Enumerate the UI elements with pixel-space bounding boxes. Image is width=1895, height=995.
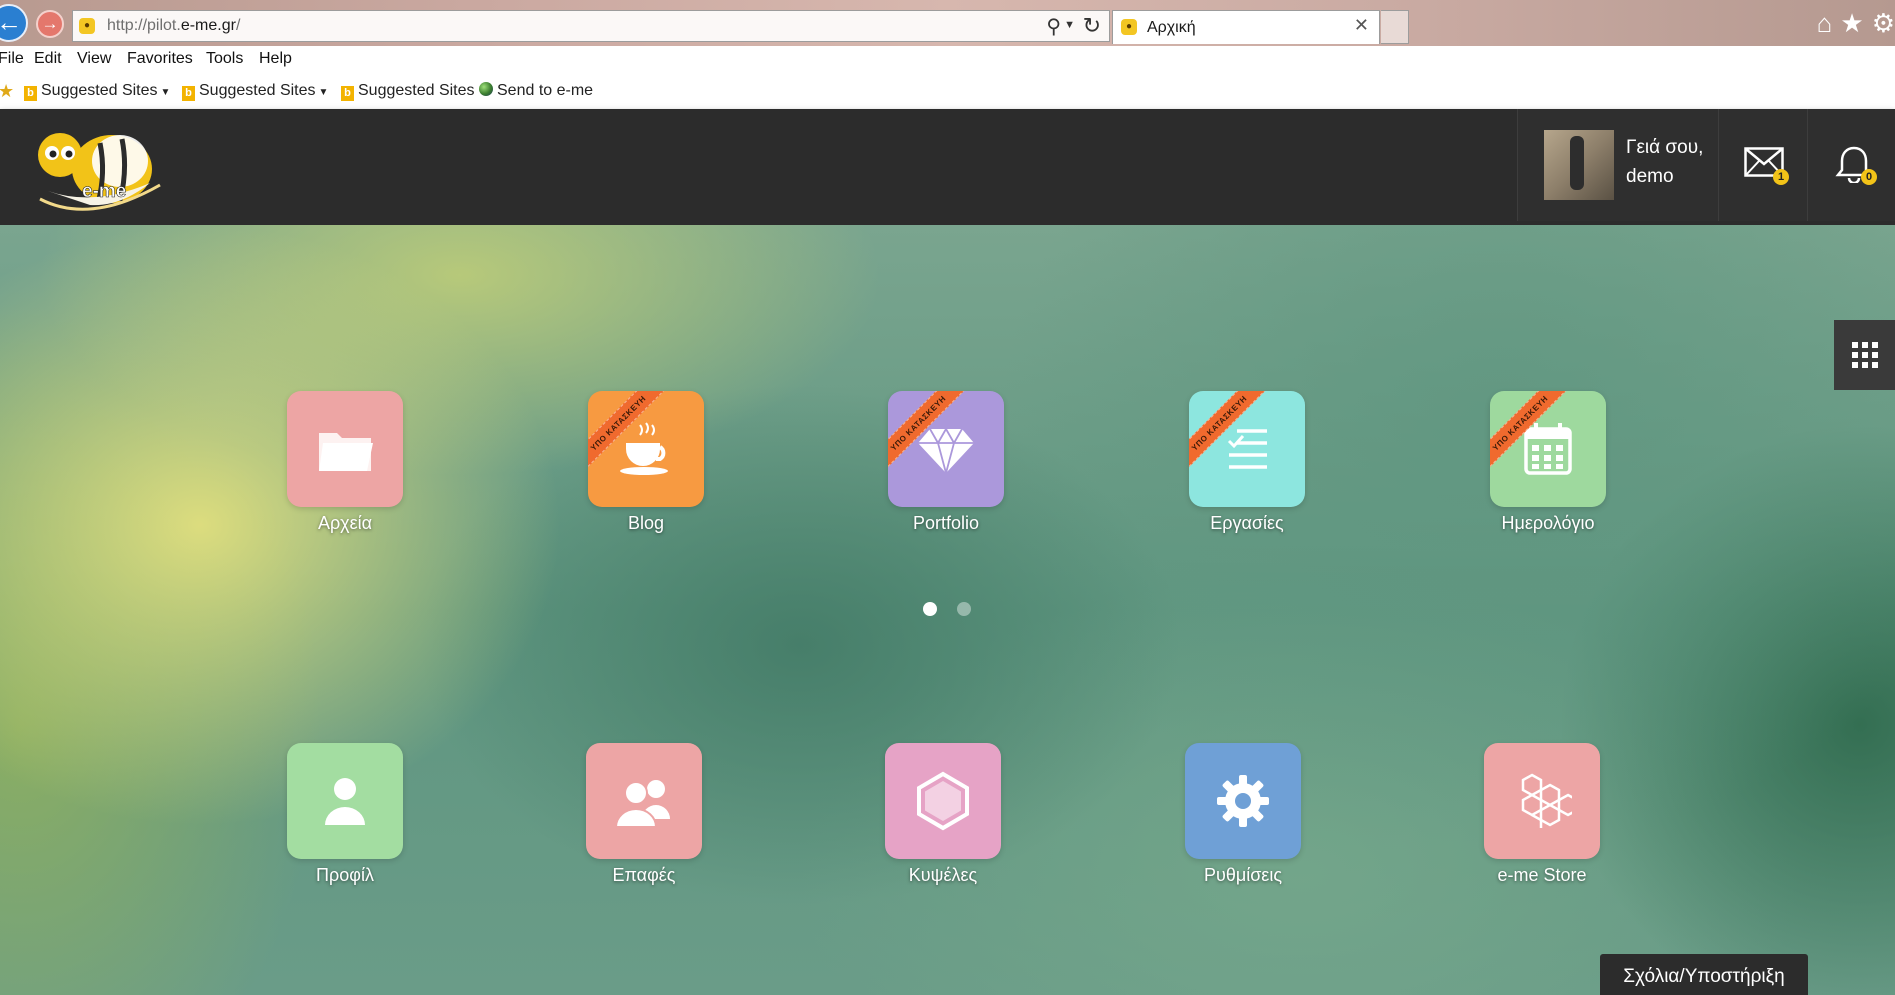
grid-icon: [1852, 342, 1878, 368]
back-button[interactable]: ←: [0, 4, 28, 42]
apps-grid-button[interactable]: [1834, 320, 1895, 390]
app-label: Blog: [627, 513, 665, 533]
notification-count-badge: 0: [1861, 169, 1877, 185]
menu-tools[interactable]: Tools: [206, 50, 243, 68]
favorite-suggested-sites-2[interactable]: b Suggested Sites ▼: [182, 82, 328, 101]
e-me-logo[interactable]: e-me: [30, 121, 170, 221]
app-tile[interactable]: ΥΠΟ ΚΑΤΑΣΚΕΥΗ: [588, 391, 704, 507]
mail-count-badge: 1: [1773, 169, 1789, 185]
app-blog[interactable]: ΥΠΟ ΚΑΤΑΣΚΕΥΗ Blog: [576, 391, 716, 534]
chevron-down-icon: ▼: [318, 87, 329, 98]
app-label: Προφίλ: [316, 865, 374, 885]
globe-icon: [479, 82, 493, 96]
tab-home[interactable]: ● Αρχική ✕: [1112, 10, 1380, 44]
tab-favicon-icon: ●: [1121, 19, 1137, 35]
bing-icon: b: [24, 86, 37, 101]
gear-icon: [1217, 775, 1269, 827]
app-label: Εργασίες: [1210, 513, 1284, 533]
app-label: Κυψέλες: [908, 865, 978, 885]
tab-title: Αρχική: [1147, 19, 1196, 36]
greeting: Γειά σου, demo: [1626, 133, 1703, 191]
bing-icon: b: [341, 86, 354, 101]
menu-edit[interactable]: Edit: [34, 50, 62, 68]
app-assignments[interactable]: ΥΠΟ ΚΑΤΑΣΚΕΥΗ Εργασίες: [1177, 391, 1317, 534]
menu-view[interactable]: View: [77, 50, 111, 68]
search-icon[interactable]: ⚲: [1046, 14, 1061, 39]
home-icon[interactable]: ⌂: [1817, 8, 1833, 39]
app-tile[interactable]: [885, 743, 1001, 859]
menu-file[interactable]: File: [0, 50, 24, 68]
settings-gear-icon[interactable]: ⚙: [1872, 8, 1895, 39]
app-label: Ημερολόγιο: [1501, 513, 1595, 533]
favorites-bar: ★ b Suggested Sites ▼ b Suggested Sites ▼ bS…: [0, 74, 1895, 109]
app-tile[interactable]: [586, 743, 702, 859]
refresh-icon[interactable]: ↻: [1083, 13, 1101, 39]
user-icon: [325, 778, 365, 825]
site-favicon-icon: ●: [79, 18, 95, 34]
app-contacts[interactable]: Επαφές: [574, 743, 714, 886]
contacts-icon: [614, 780, 670, 828]
page-dot-2[interactable]: [957, 602, 971, 616]
app-tile[interactable]: [287, 743, 403, 859]
address-bar[interactable]: ● http://pilot.e-me.gr/ ⚲ ▼ ↻: [72, 10, 1110, 42]
add-favorite-icon[interactable]: ★: [0, 81, 14, 102]
app-files[interactable]: Αρχεία: [275, 391, 415, 534]
menu-favorites[interactable]: Favorites: [127, 50, 193, 68]
menu-help[interactable]: Help: [259, 50, 292, 68]
page-dot-1[interactable]: [923, 602, 937, 616]
avatar[interactable]: [1544, 130, 1614, 200]
user-menu[interactable]: Γειά σου, demo: [1517, 109, 1718, 221]
new-tab-button[interactable]: [1381, 10, 1409, 44]
hexagon-icon: [917, 771, 969, 831]
app-calendar[interactable]: ΥΠΟ ΚΑΤΑΣΚΕΥΗ Ημερολόγιο: [1478, 391, 1618, 534]
browser-titlebar: ← → ● http://pilot.e-me.gr/ ⚲ ▼ ↻ ● Αρχι…: [0, 0, 1895, 46]
favorite-send-to-e-me[interactable]: Send to e-me: [479, 82, 593, 100]
app-portfolio[interactable]: ΥΠΟ ΚΑΤΑΣΚΕΥΗ Portfolio: [876, 391, 1016, 534]
chevron-down-icon[interactable]: ▼: [1064, 19, 1075, 31]
chevron-down-icon: ▼: [160, 87, 171, 98]
menu-bar: File Edit View Favorites Tools Help: [0, 46, 1895, 74]
app-hives[interactable]: Κυψέλες: [873, 743, 1013, 886]
greeting-line: Γειά σου,: [1626, 137, 1704, 158]
app-profile[interactable]: Προφίλ: [275, 743, 415, 886]
site-header: e-me Γειά σου, demo 1 0: [0, 109, 1895, 225]
notifications-button[interactable]: 0: [1807, 109, 1895, 221]
page-indicator: [923, 602, 991, 621]
app-desktop: Αρχεία ΥΠΟ ΚΑΤΑΣΚΕΥΗ Blog ΥΠΟ ΚΑΤΑΣΚΕΥΗ …: [0, 225, 1895, 995]
forward-button[interactable]: →: [36, 10, 64, 38]
favorites-star-icon[interactable]: ★: [1840, 8, 1863, 39]
bing-icon: b: [182, 86, 195, 101]
app-tile[interactable]: [1484, 743, 1600, 859]
messages-button[interactable]: 1: [1718, 109, 1807, 221]
favorite-suggested-sites-3[interactable]: b Suggested Sites: [341, 82, 475, 101]
app-tile[interactable]: ΥΠΟ ΚΑΤΑΣΚΕΥΗ: [1189, 391, 1305, 507]
app-label: Επαφές: [612, 865, 676, 885]
app-tile[interactable]: [1185, 743, 1301, 859]
app-label: Ρυθμίσεις: [1203, 865, 1283, 885]
honeycomb-icon: [1521, 773, 1572, 828]
folder-icon: [319, 433, 373, 471]
app-e-me-store[interactable]: e-me Store: [1472, 743, 1612, 886]
app-settings[interactable]: Ρυθμίσεις: [1173, 743, 1313, 886]
app-label: Portfolio: [912, 513, 980, 533]
app-tile[interactable]: [287, 391, 403, 507]
feedback-support-button[interactable]: Σχόλια/Υποστήριξη: [1600, 954, 1808, 995]
address-url[interactable]: http://pilot.e-me.gr/: [107, 17, 240, 35]
svg-text:e-me: e-me: [82, 181, 126, 202]
username: demo: [1626, 166, 1674, 187]
app-label: e-me Store: [1497, 865, 1587, 885]
app-label: Αρχεία: [317, 513, 373, 533]
favorite-suggested-sites-1[interactable]: b Suggested Sites ▼: [24, 82, 170, 101]
app-tile[interactable]: ΥΠΟ ΚΑΤΑΣΚΕΥΗ: [1490, 391, 1606, 507]
app-tile[interactable]: ΥΠΟ ΚΑΤΑΣΚΕΥΗ: [888, 391, 1004, 507]
close-tab-icon[interactable]: ✕: [1354, 15, 1369, 36]
